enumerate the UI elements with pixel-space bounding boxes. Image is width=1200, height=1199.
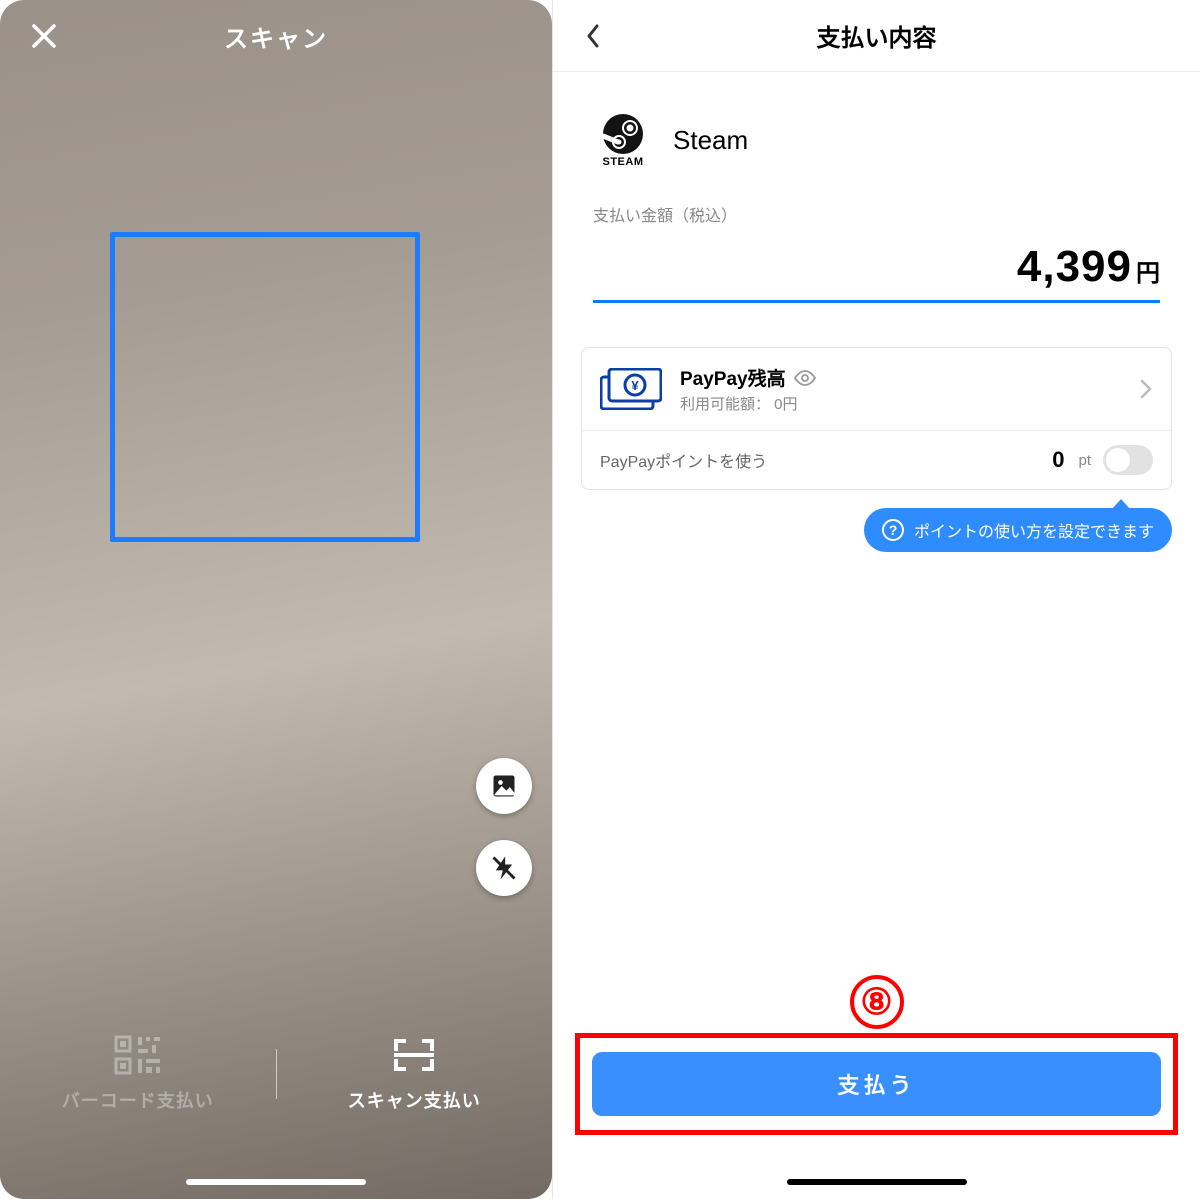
mode-barcode[interactable]: バーコード支払い (0, 1035, 276, 1113)
mode-scan-label: スキャン支払い (348, 1087, 481, 1113)
steam-icon (601, 112, 645, 156)
amount-unit: 円 (1136, 253, 1160, 288)
merchant-name: Steam (673, 125, 748, 156)
balance-row[interactable]: ¥ PayPay残高 利用可能額： 0円 (582, 348, 1171, 430)
scan-screen: スキャン バーコード支払い (0, 0, 552, 1199)
tooltip-wrap: ? ポイントの使い方を設定できます (553, 490, 1200, 552)
balance-sub: 利用可能額： 0円 (680, 393, 1121, 414)
annotation-8: ⑧ (850, 975, 904, 1029)
back-button[interactable] (573, 16, 613, 56)
qr-icon (114, 1035, 162, 1075)
yen-bill-icon: ¥ (600, 368, 662, 410)
annotation-box-8: 支払う (575, 1033, 1178, 1135)
chevron-right-icon (1139, 378, 1153, 400)
help-icon: ? (882, 519, 904, 541)
balance-title: PayPay残高 (680, 364, 786, 391)
scan-corners-icon (390, 1035, 438, 1075)
points-unit: pt (1078, 452, 1091, 469)
points-toggle[interactable] (1103, 445, 1153, 475)
flash-button[interactable] (476, 840, 532, 896)
image-icon (490, 772, 518, 800)
steam-logo-text: STEAM (603, 156, 644, 168)
amount-row: 4,399 円 (593, 226, 1160, 303)
mode-barcode-label: バーコード支払い (62, 1087, 214, 1113)
payment-method-card: ¥ PayPay残高 利用可能額： 0円 PayPayポイントを使う 0 pt (581, 347, 1172, 490)
gallery-button[interactable] (476, 758, 532, 814)
chevron-left-icon (583, 22, 603, 50)
home-indicator (787, 1179, 967, 1185)
tooltip-text: ポイントの使い方を設定できます (914, 518, 1154, 542)
amount-label: 支払い金額（税込） (593, 202, 1160, 226)
scan-frame (110, 232, 420, 542)
close-icon (30, 22, 58, 50)
payment-screen: 支払い内容 STEAM Steam 支払い金額（税込） 4,399 円 ¥ Pa… (552, 0, 1200, 1199)
points-tooltip[interactable]: ? ポイントの使い方を設定できます (864, 508, 1172, 552)
scan-title: スキャン (64, 19, 528, 54)
close-button[interactable] (24, 16, 64, 56)
scan-header: スキャン (0, 0, 552, 72)
amount-value: 4,399 (1017, 242, 1132, 292)
svg-text:¥: ¥ (631, 378, 639, 393)
points-row: PayPayポイントを使う 0 pt (582, 430, 1171, 489)
scan-side-buttons (476, 758, 532, 896)
points-value: 0 (1052, 447, 1064, 473)
mode-scan[interactable]: スキャン支払い (277, 1035, 553, 1113)
pay-button[interactable]: 支払う (592, 1052, 1161, 1116)
merchant-row: STEAM Steam (553, 72, 1200, 192)
eye-icon (794, 370, 816, 386)
flash-off-icon (490, 854, 518, 882)
amount-section: 支払い金額（税込） 4,399 円 (553, 192, 1200, 303)
payment-header: 支払い内容 (553, 0, 1200, 72)
steam-logo: STEAM (593, 112, 653, 168)
home-indicator (186, 1179, 366, 1185)
pay-mode-bar: バーコード支払い スキャン支払い (0, 1009, 552, 1139)
payment-title: 支払い内容 (613, 18, 1180, 53)
points-label: PayPayポイントを使う (600, 448, 1040, 472)
